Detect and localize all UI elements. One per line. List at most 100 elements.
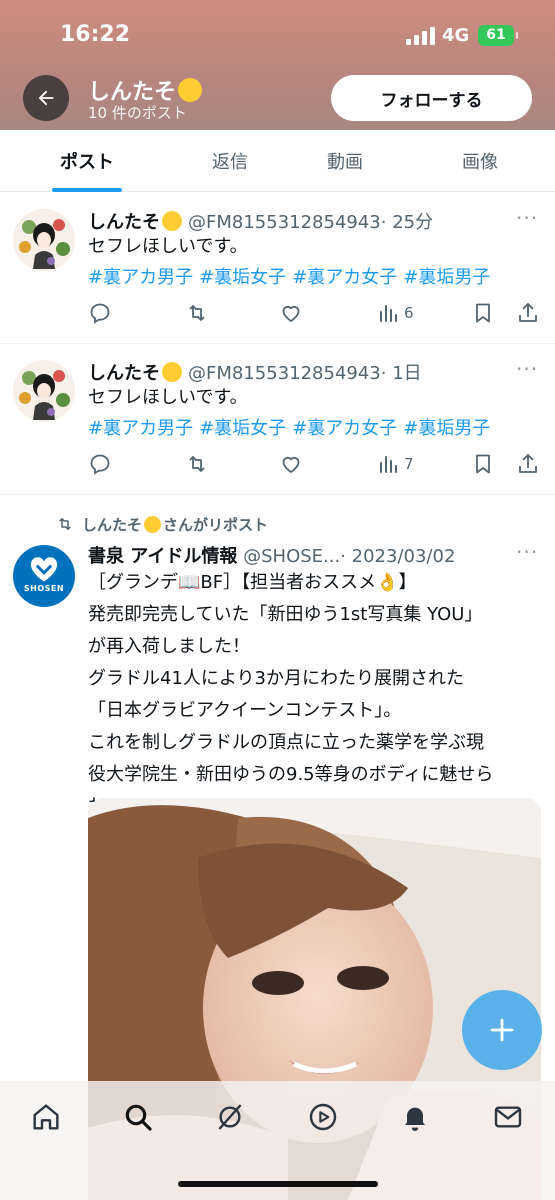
tweet-time: · 2023/03/02 bbox=[340, 546, 456, 567]
avatar-illustration-icon bbox=[13, 360, 75, 422]
smiling-emoji-icon bbox=[178, 78, 203, 102]
back-button[interactable] bbox=[23, 75, 69, 121]
home-icon bbox=[33, 1104, 59, 1130]
bookmark-button[interactable] bbox=[471, 450, 495, 478]
reply-icon bbox=[90, 303, 110, 324]
status-bar: 16:22 4G 61 bbox=[0, 0, 555, 72]
author-handle: @FM8155312854943 bbox=[188, 212, 381, 233]
status-time: 16:22 bbox=[60, 22, 131, 47]
avatar-label: SHOSEN bbox=[23, 584, 65, 593]
hashtag-link[interactable]: #裏垢男子 bbox=[403, 418, 490, 439]
smiling-emoji-icon bbox=[162, 211, 182, 231]
repost-label: さんがリポスト bbox=[163, 516, 269, 534]
hashtags: #裏アカ男子 #裏垢女子 #裏アカ女子 #裏垢男子 bbox=[88, 263, 496, 289]
tab-posts[interactable]: ポスト bbox=[52, 148, 122, 174]
hashtag-link[interactable]: #裏垢男子 bbox=[403, 267, 490, 288]
tweet-text: ［グランデ📖BF］【担当者おススメ👌】 発売即完売していた「新田ゆう1st写真集… bbox=[88, 567, 528, 823]
views-chart-icon bbox=[380, 456, 397, 473]
tweet-actions: 7 bbox=[0, 450, 555, 478]
author-name[interactable]: しんたそ bbox=[88, 363, 160, 384]
nav-notifications[interactable] bbox=[399, 1101, 431, 1133]
author-handle: @SHOSE... bbox=[243, 546, 341, 567]
post-count: 10 件のポスト bbox=[88, 104, 187, 122]
reply-button[interactable] bbox=[88, 450, 112, 478]
tweet-text-line: 発売即完売していた「新田ゆう1st写真集 YOU」 bbox=[88, 604, 483, 625]
repost-button[interactable] bbox=[185, 450, 209, 478]
shosen-avatar[interactable]: SHOSEN bbox=[13, 545, 75, 607]
tweet-text: セフレほしいです。 bbox=[88, 236, 248, 257]
smiling-emoji-icon bbox=[162, 362, 182, 382]
tweet-text: セフレほしいです。 bbox=[88, 387, 248, 408]
avatar[interactable] bbox=[13, 360, 75, 422]
hashtags: #裏アカ男子 #裏垢女子 #裏アカ女子 #裏垢男子 bbox=[88, 414, 496, 440]
views-button[interactable]: 6 bbox=[376, 299, 414, 327]
nav-home[interactable] bbox=[30, 1101, 62, 1133]
active-tab-indicator bbox=[52, 188, 122, 192]
follow-button[interactable]: フォローする bbox=[331, 75, 532, 121]
profile-tabs: ポスト 返信 動画 画像 bbox=[0, 130, 555, 192]
hashtag-link[interactable]: #裏アカ女子 bbox=[292, 267, 397, 288]
share-icon bbox=[519, 454, 537, 473]
search-icon bbox=[125, 1104, 152, 1131]
more-options-icon[interactable]: ··· bbox=[516, 206, 538, 230]
plus-icon bbox=[490, 1018, 514, 1042]
tweet-text-line: これを制しグラドルの頂点に立った薬学を学ぶ現 bbox=[88, 732, 484, 753]
reply-button[interactable] bbox=[88, 299, 112, 327]
more-options-icon[interactable]: ··· bbox=[516, 540, 538, 564]
tab-replies[interactable]: 返信 bbox=[200, 148, 260, 174]
share-button[interactable] bbox=[516, 299, 540, 327]
avatar-illustration-icon bbox=[13, 209, 75, 271]
tab-videos[interactable]: 動画 bbox=[315, 148, 375, 174]
compose-button[interactable] bbox=[462, 990, 542, 1070]
tweet-text-line: 役大学院生・新田ゆうの9.5等身のボディに魅せら bbox=[88, 764, 494, 785]
share-button[interactable] bbox=[516, 450, 540, 478]
like-button[interactable] bbox=[279, 299, 303, 327]
author-name[interactable]: 書泉 アイドル情報 bbox=[88, 546, 237, 567]
tweet-text-line: 「日本グラビアクイーンコンテスト」。 bbox=[88, 700, 402, 721]
tweet-text-line: グラドル41人により3か月にわたり展開された bbox=[88, 668, 464, 689]
profile-header: 16:22 4G 61 しんたそ 10 件のポスト フォローする bbox=[0, 0, 555, 130]
hashtag-link[interactable]: #裏垢女子 bbox=[199, 267, 286, 288]
repost-indicator[interactable]: しんたそ さんがリポスト bbox=[56, 514, 268, 535]
views-button[interactable]: 7 bbox=[376, 450, 414, 478]
view-count: 6 bbox=[404, 304, 414, 322]
heart-icon bbox=[282, 456, 300, 474]
hashtag-link[interactable]: #裏アカ男子 bbox=[88, 418, 193, 439]
tweet-time: · 25分 bbox=[380, 212, 434, 233]
reposter-name: しんたそ bbox=[82, 516, 143, 534]
author-handle: @FM8155312854943 bbox=[188, 363, 381, 384]
hashtag-link[interactable]: #裏アカ男子 bbox=[88, 267, 193, 288]
nav-grok[interactable] bbox=[214, 1101, 246, 1133]
bookmark-button[interactable] bbox=[471, 299, 495, 327]
reply-icon bbox=[90, 454, 110, 475]
nav-search[interactable] bbox=[122, 1101, 154, 1133]
repost-icon bbox=[59, 518, 71, 530]
repost-button[interactable] bbox=[185, 299, 209, 327]
battery-icon: 61 bbox=[478, 25, 518, 46]
tab-images[interactable]: 画像 bbox=[450, 148, 510, 174]
like-button[interactable] bbox=[279, 450, 303, 478]
author-name[interactable]: しんたそ bbox=[88, 212, 160, 233]
nav-messages[interactable] bbox=[492, 1101, 524, 1133]
tweet-header: しんたそ @FM8155312854943· 25分 bbox=[88, 208, 433, 234]
hashtag-link[interactable]: #裏垢女子 bbox=[199, 418, 286, 439]
repost-icon bbox=[189, 305, 205, 321]
more-options-icon[interactable]: ··· bbox=[516, 357, 538, 381]
network-type: 4G bbox=[442, 25, 470, 46]
tweet[interactable]: しんたそ @FM8155312854943· 25分 ··· セフレほしいです。 … bbox=[0, 193, 555, 344]
heart-logo-icon bbox=[30, 557, 58, 582]
avatar[interactable] bbox=[13, 209, 75, 271]
tweet-time: · 1日 bbox=[380, 363, 422, 384]
notifications-icon bbox=[405, 1107, 425, 1131]
video-icon bbox=[309, 1103, 337, 1131]
tweet-actions: 6 bbox=[0, 299, 555, 327]
messages-icon bbox=[494, 1106, 522, 1128]
nav-video[interactable] bbox=[307, 1101, 339, 1133]
signal-icon bbox=[406, 27, 436, 45]
tweet[interactable]: しんたそ @FM8155312854943· 1日 ··· セフレほしいです。 #… bbox=[0, 344, 555, 495]
hashtag-link[interactable]: #裏アカ女子 bbox=[292, 418, 397, 439]
smiling-emoji-icon bbox=[144, 516, 162, 533]
home-indicator bbox=[178, 1181, 378, 1187]
repost-icon bbox=[189, 456, 205, 472]
tweet-text-line: が再入荷しました！ bbox=[88, 636, 250, 657]
